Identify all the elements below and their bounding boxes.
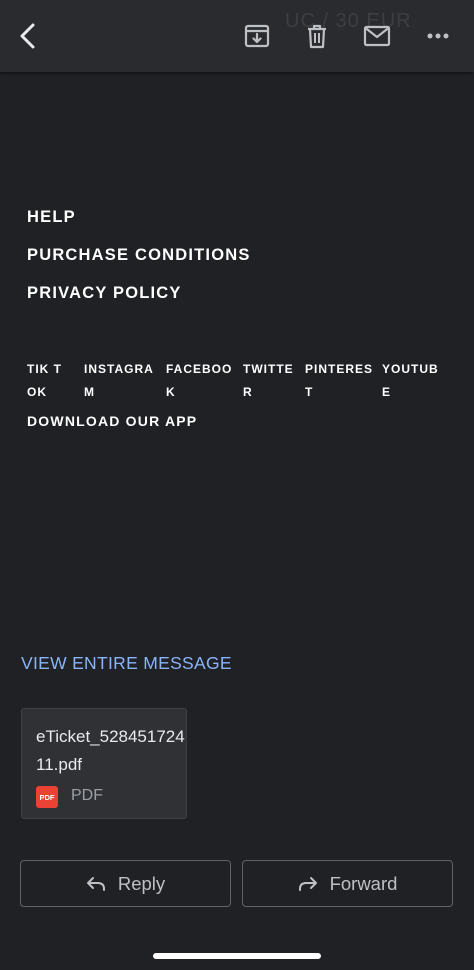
home-indicator[interactable] — [153, 953, 321, 959]
social-link-instagram[interactable]: INSTAGRAM — [84, 358, 156, 404]
view-entire-message-link[interactable]: VIEW ENTIRE MESSAGE — [21, 653, 232, 674]
more-icon — [427, 33, 449, 39]
forward-icon — [298, 876, 317, 891]
back-arrow-icon — [20, 23, 35, 49]
forward-button[interactable]: Forward — [242, 860, 453, 907]
footer-links: HELP PURCHASE CONDITIONS PRIVACY POLICY — [27, 205, 251, 319]
top-toolbar: UC / 30 EUR — [0, 0, 474, 72]
archive-button[interactable] — [237, 16, 277, 56]
privacy-policy-link[interactable]: PRIVACY POLICY — [27, 281, 251, 319]
reply-icon — [86, 876, 105, 891]
social-link-tiktok[interactable]: TIK TOK — [27, 358, 67, 404]
pdf-file-icon: PDF — [36, 786, 58, 808]
mail-icon — [363, 25, 391, 47]
more-options-button[interactable] — [418, 16, 458, 56]
attachment-card[interactable]: eTicket_52845172411.pdf PDF PDF — [21, 708, 187, 819]
help-link[interactable]: HELP — [27, 205, 251, 243]
mark-unread-button[interactable] — [357, 16, 397, 56]
social-link-facebook[interactable]: FACEBOOK — [166, 358, 234, 404]
forward-label: Forward — [329, 872, 398, 894]
archive-icon — [244, 24, 270, 48]
reply-label: Reply — [117, 872, 166, 894]
reply-button[interactable]: Reply — [20, 860, 231, 907]
social-links: TIK TOK INSTAGRAM FACEBOOK TWITTER PINTE… — [27, 358, 467, 402]
social-link-pinterest[interactable]: PINTEREST — [305, 358, 375, 404]
back-button[interactable] — [8, 16, 48, 56]
attachment-filename: eTicket_52845172411.pdf — [36, 727, 185, 774]
social-link-twitter[interactable]: TWITTER — [243, 358, 295, 404]
delete-button[interactable] — [297, 16, 337, 56]
purchase-conditions-link[interactable]: PURCHASE CONDITIONS — [27, 243, 251, 281]
social-link-youtube[interactable]: YOUTUBE — [382, 358, 442, 404]
attachment-type-label: PDF — [71, 787, 103, 804]
trash-icon — [308, 24, 326, 49]
download-app-link[interactable]: DOWNLOAD OUR APP — [27, 413, 197, 429]
